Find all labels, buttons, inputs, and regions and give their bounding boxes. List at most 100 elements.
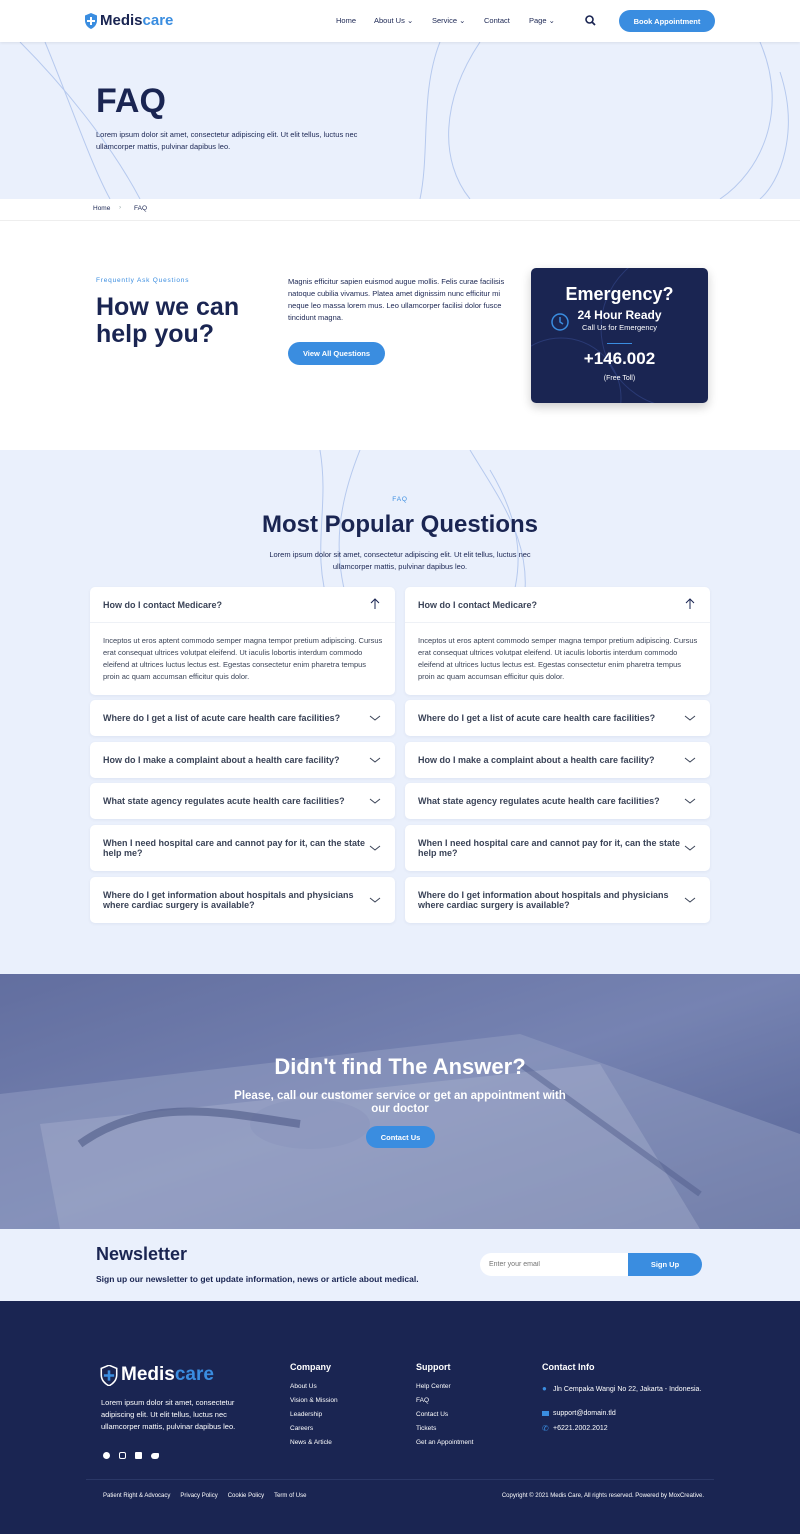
newsletter-title: Newsletter (96, 1244, 188, 1264)
brand-name-part2: care (142, 12, 174, 29)
search-icon[interactable] (585, 15, 596, 26)
footer-link[interactable]: Get an Appointment (416, 1436, 473, 1450)
divider (405, 622, 710, 623)
nav-service-label: Service (432, 16, 458, 25)
newsletter-description: Sign up our newsletter to get update inf… (96, 1274, 419, 1284)
legal-link[interactable]: Privacy Policy (180, 1493, 217, 1499)
footer-about: Lorem ipsum dolor sit amet, consectetur … (101, 1398, 236, 1431)
emergency-ready: 24 Hour Ready (577, 308, 662, 322)
brand-name-part1: Medis (121, 1364, 175, 1385)
twitter-icon[interactable] (151, 1453, 159, 1459)
help-eyebrow: Frequently Ask Questions (96, 277, 190, 284)
faq-question: How do I contact Medicare? (418, 600, 538, 610)
footer-link[interactable]: Help Center (416, 1380, 473, 1394)
sign-up-button[interactable]: Sign Up (628, 1253, 702, 1276)
footer-logo[interactable]: Medis care (100, 1364, 214, 1386)
footer-link[interactable]: FAQ (416, 1394, 473, 1408)
brand-logo[interactable]: Medis care (84, 12, 173, 29)
support-heading: Support (416, 1362, 451, 1372)
help-description: Magnis efficitur sapien euismod augue mo… (288, 277, 505, 322)
faq-item[interactable]: Where do I get information about hospita… (405, 877, 710, 923)
company-links: About Us Vision & Mission Leadership Car… (290, 1380, 338, 1450)
footer-link[interactable]: Tickets (416, 1422, 473, 1436)
company-heading: Company (290, 1362, 332, 1372)
page-title: FAQ (96, 82, 166, 120)
facebook-icon[interactable] (103, 1452, 110, 1459)
faq-question: Where do I get a list of acute care heal… (103, 713, 341, 723)
chevron-right-icon: › (119, 204, 122, 211)
legal-link[interactable]: Patient Right & Advocacy (103, 1493, 170, 1499)
chevron-down-icon (684, 798, 696, 804)
faq-question: How do I make a complaint about a health… (103, 755, 340, 765)
footer-link[interactable]: News & Article (290, 1436, 338, 1450)
cta-description: Please, call our customer service or get… (234, 1090, 566, 1115)
faq-item[interactable]: Where do I get a list of acute care heal… (90, 700, 395, 736)
footer-link[interactable]: Leadership (290, 1408, 338, 1422)
legal-links: Patient Right & Advocacy Privacy Policy … (103, 1493, 306, 1499)
cta-banner: Didn't find The Answer? Please, call our… (0, 974, 800, 1229)
faq-question: What state agency regulates acute health… (418, 796, 660, 806)
legal-link[interactable]: Cookie Policy (228, 1493, 264, 1499)
faq-item-open[interactable]: How do I contact Medicare? Inceptos ut e… (405, 587, 710, 695)
footer-link[interactable]: Contact Us (416, 1408, 473, 1422)
faq-item[interactable]: What state agency regulates acute health… (405, 783, 710, 819)
footer-link[interactable]: Vision & Mission (290, 1394, 338, 1408)
faq-question: Where do I get information about hospita… (418, 890, 669, 910)
nav-home[interactable]: Home (336, 16, 356, 25)
location-pin-icon: ● (542, 1384, 547, 1393)
footer-link[interactable]: Careers (290, 1422, 338, 1436)
chevron-down-icon (369, 715, 381, 721)
faq-question: Where do I get information about hospita… (103, 890, 354, 910)
legal-link[interactable]: Term of Use (274, 1493, 306, 1499)
divider (86, 1479, 714, 1480)
faq-item[interactable]: When I need hospital care and cannot pay… (90, 825, 395, 871)
emergency-title: Emergency? (565, 284, 674, 304)
faq-answer: Inceptos ut eros aptent commodo semper m… (418, 636, 698, 681)
emergency-card: Emergency? 24 Hour Ready Call Us for Eme… (531, 268, 708, 403)
chevron-down-icon (684, 845, 696, 851)
faq-item[interactable]: What state agency regulates acute health… (90, 783, 395, 819)
contact-email[interactable]: support@domain.tld (553, 1410, 616, 1417)
faq-item[interactable]: Where do I get a list of acute care heal… (405, 700, 710, 736)
support-links: Help Center FAQ Contact Us Tickets Get a… (416, 1380, 473, 1450)
faq-item-open[interactable]: How do I contact Medicare? Inceptos ut e… (90, 587, 395, 695)
newsletter-section: Newsletter Sign up our newsletter to get… (0, 1229, 800, 1301)
chevron-down-icon (369, 897, 381, 903)
view-all-questions-button[interactable]: View All Questions (288, 342, 385, 365)
nav-service[interactable]: Service ⌄ (432, 16, 465, 25)
email-input[interactable] (480, 1253, 640, 1276)
chevron-down-icon: ⌄ (548, 16, 555, 25)
nav-about[interactable]: About Us ⌄ (374, 16, 413, 25)
shield-cross-icon (100, 1364, 118, 1386)
chevron-down-icon (369, 845, 381, 851)
faq-question: What state agency regulates acute health… (103, 796, 345, 806)
site-header: Medis care Home About Us ⌄ Service ⌄ Cont… (0, 0, 800, 42)
breadcrumb: Home › FAQ (0, 199, 800, 221)
contact-heading: Contact Info (542, 1362, 595, 1372)
chevron-down-icon (684, 715, 696, 721)
faq-item[interactable]: How do I make a complaint about a health… (405, 742, 710, 778)
faq-item[interactable]: How do I make a complaint about a health… (90, 742, 395, 778)
brand-name-part2: care (174, 1364, 214, 1385)
arrow-up-icon (370, 598, 380, 609)
emergency-number[interactable]: +146.002 (531, 349, 708, 369)
contact-phone[interactable]: +6221.2002.2012 (553, 1425, 608, 1432)
nav-page[interactable]: Page ⌄ (529, 16, 555, 25)
emergency-sub: Call Us for Emergency (581, 323, 658, 332)
arrow-up-icon (685, 598, 695, 609)
breadcrumb-home[interactable]: Home (93, 205, 110, 212)
instagram-icon[interactable] (119, 1452, 126, 1459)
faq-item[interactable]: Where do I get information about hospita… (90, 877, 395, 923)
linkedin-icon[interactable] (135, 1452, 142, 1459)
nav-contact[interactable]: Contact (484, 16, 510, 25)
chevron-down-icon: ⌄ (406, 16, 414, 25)
faq-question: How do I make a complaint about a health… (418, 755, 655, 765)
contact-us-button[interactable]: Contact Us (366, 1126, 435, 1148)
book-appointment-button[interactable]: Book Appointment (619, 10, 715, 32)
contact-address: Jln Cempaka Wangi No 22, Jakarta - Indon… (553, 1386, 702, 1393)
faq-item[interactable]: When I need hospital care and cannot pay… (405, 825, 710, 871)
footer-link[interactable]: About Us (290, 1380, 338, 1394)
nav-page-label: Page (529, 16, 547, 25)
hero-description: Lorem ipsum dolor sit amet, consectetur … (96, 130, 358, 151)
social-links (103, 1452, 159, 1459)
